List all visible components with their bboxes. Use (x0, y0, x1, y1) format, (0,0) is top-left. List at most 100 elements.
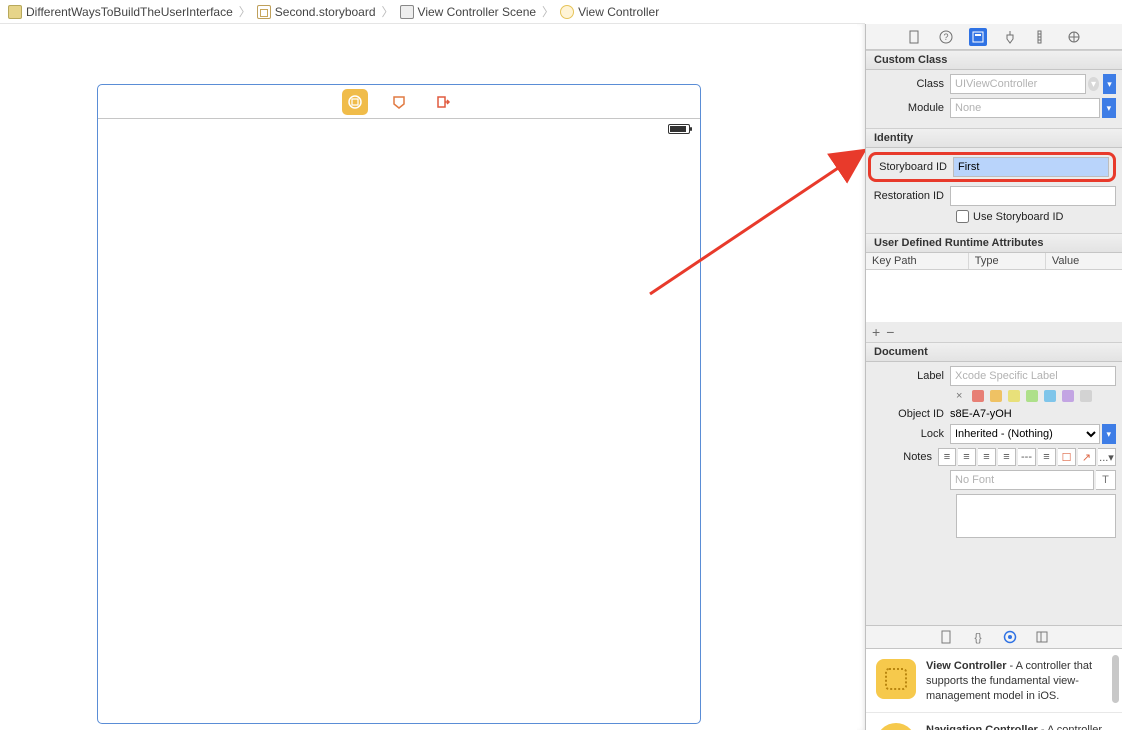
label-color-purple[interactable] (1062, 390, 1074, 402)
runtime-attrs-table-header: Key Path Type Value (866, 253, 1122, 270)
battery-icon (668, 124, 690, 134)
storyboard-canvas[interactable] (0, 24, 865, 730)
label-color-yellow[interactable] (1008, 390, 1020, 402)
svg-text:?: ? (943, 32, 948, 42)
add-runtime-attr-button[interactable]: + (872, 324, 880, 340)
quick-help-tab[interactable]: ? (937, 28, 955, 46)
runtime-key-path-column: Key Path (866, 253, 969, 269)
use-storyboard-id-checkbox[interactable] (956, 210, 969, 223)
object-library-list[interactable]: View Controller - A controller that supp… (866, 649, 1122, 730)
label-color-clear[interactable]: × (956, 391, 966, 401)
breadcrumb-project-label: DifferentWaysToBuildTheUserInterface (26, 5, 233, 19)
class-dropdown-button[interactable]: ▾ (1103, 74, 1116, 94)
chevron-right-icon: 〉 (542, 3, 554, 20)
label-color-chips: × (956, 390, 1116, 402)
object-id-label: Object ID (872, 408, 950, 420)
view-controller-library-icon (876, 659, 916, 699)
object-library-tab[interactable] (1002, 629, 1018, 645)
notes-font-picker-button[interactable]: T (1096, 470, 1116, 490)
scene-dock (98, 85, 700, 119)
notes-separator-button[interactable]: --- (1018, 448, 1036, 466)
notes-link-button[interactable]: ↗ (1078, 448, 1096, 466)
breadcrumb-scene-label: View Controller Scene (418, 5, 537, 19)
library-item-text: View Controller - A controller that supp… (926, 659, 1112, 704)
storyboard-file-icon (257, 5, 271, 19)
breadcrumb-controller[interactable]: View Controller (560, 5, 659, 19)
lock-label: Lock (872, 428, 950, 440)
use-storyboard-id-label: Use Storyboard ID (973, 211, 1063, 223)
storyboard-id-input[interactable] (953, 157, 1109, 177)
identity-header: Identity (866, 128, 1122, 148)
remove-runtime-attr-button[interactable]: − (886, 324, 894, 340)
file-template-library-tab[interactable] (938, 629, 954, 645)
file-inspector-tab[interactable] (905, 28, 923, 46)
clear-class-icon[interactable]: ▾ (1088, 77, 1099, 91)
breadcrumb-controller-label: View Controller (578, 5, 659, 19)
notes-color-button[interactable]: ☐ (1058, 448, 1076, 466)
attributes-inspector-tab[interactable] (1001, 28, 1019, 46)
lock-dropdown-button[interactable]: ▾ (1102, 424, 1116, 444)
notes-justify-button[interactable]: ≡ (998, 448, 1016, 466)
svg-text:{}: {} (974, 632, 982, 644)
notes-align-right-button[interactable]: ≡ (978, 448, 996, 466)
view-controller-scene-frame[interactable] (97, 84, 701, 724)
chevron-right-icon: 〉 (239, 3, 251, 20)
inspector-panel: ? Custom Class Class ▾ ▾ Module ▾ (865, 24, 1122, 730)
view-controller-dock-icon[interactable] (342, 89, 368, 115)
module-input[interactable] (950, 98, 1100, 118)
size-inspector-tab[interactable] (1033, 28, 1051, 46)
label-color-red[interactable] (972, 390, 984, 402)
notes-label: Notes (872, 451, 938, 463)
notes-more-button[interactable]: ...▾ (1098, 448, 1116, 466)
status-bar (98, 119, 700, 139)
breadcrumb-project[interactable]: DifferentWaysToBuildTheUserInterface (8, 5, 233, 19)
exit-dock-icon[interactable] (430, 89, 456, 115)
breadcrumb-file-label: Second.storyboard (275, 5, 376, 19)
document-label-label: Label (872, 370, 950, 382)
notes-align-left-button[interactable]: ≡ (938, 448, 956, 466)
breadcrumb: DifferentWaysToBuildTheUserInterface 〉 S… (0, 0, 865, 24)
library-item-view-controller[interactable]: View Controller - A controller that supp… (866, 649, 1122, 713)
library-scrollbar[interactable] (1112, 655, 1119, 703)
restoration-id-input[interactable] (950, 186, 1116, 206)
folder-icon (8, 5, 22, 19)
label-color-gray[interactable] (1080, 390, 1092, 402)
module-dropdown-button[interactable]: ▾ (1102, 98, 1116, 118)
library-item-text: Navigation Controller - A controller tha… (926, 723, 1112, 730)
first-responder-dock-icon[interactable] (386, 89, 412, 115)
runtime-value-column: Value (1046, 253, 1122, 269)
notes-align-center-button[interactable]: ≡ (958, 448, 976, 466)
library-item-navigation-controller[interactable]: Navigation Controller - A controller tha… (866, 713, 1122, 730)
storyboard-id-highlight: Storyboard ID (868, 152, 1116, 182)
custom-class-header: Custom Class (866, 50, 1122, 70)
notes-list-button[interactable]: ≡ (1038, 448, 1056, 466)
notes-textarea[interactable] (956, 494, 1116, 538)
class-input[interactable] (950, 74, 1086, 94)
breadcrumb-scene[interactable]: View Controller Scene (400, 5, 537, 19)
class-label: Class (872, 78, 950, 90)
breadcrumb-file[interactable]: Second.storyboard (257, 5, 376, 19)
label-color-orange[interactable] (990, 390, 1002, 402)
runtime-attrs-header: User Defined Runtime Attributes (866, 233, 1122, 253)
runtime-type-column: Type (969, 253, 1046, 269)
notes-font-input[interactable] (950, 470, 1094, 490)
scene-icon (400, 5, 414, 19)
lock-select[interactable]: Inherited - (Nothing) (950, 424, 1100, 444)
module-label: Module (872, 102, 950, 114)
chevron-right-icon: 〉 (382, 3, 394, 20)
view-controller-icon (560, 5, 574, 19)
runtime-attrs-table-body[interactable] (866, 270, 1122, 322)
document-header: Document (866, 342, 1122, 362)
restoration-id-label: Restoration ID (872, 190, 950, 202)
inspector-tab-bar: ? (866, 24, 1122, 50)
library-tab-bar: {} (866, 625, 1122, 649)
document-label-input[interactable] (950, 366, 1116, 386)
label-color-blue[interactable] (1044, 390, 1056, 402)
connections-inspector-tab[interactable] (1065, 28, 1083, 46)
object-id-value: s8E-A7-yOH (950, 408, 1012, 420)
code-snippet-library-tab[interactable]: {} (970, 629, 986, 645)
storyboard-id-label: Storyboard ID (875, 161, 953, 173)
media-library-tab[interactable] (1034, 629, 1050, 645)
identity-inspector-tab[interactable] (969, 28, 987, 46)
label-color-green[interactable] (1026, 390, 1038, 402)
